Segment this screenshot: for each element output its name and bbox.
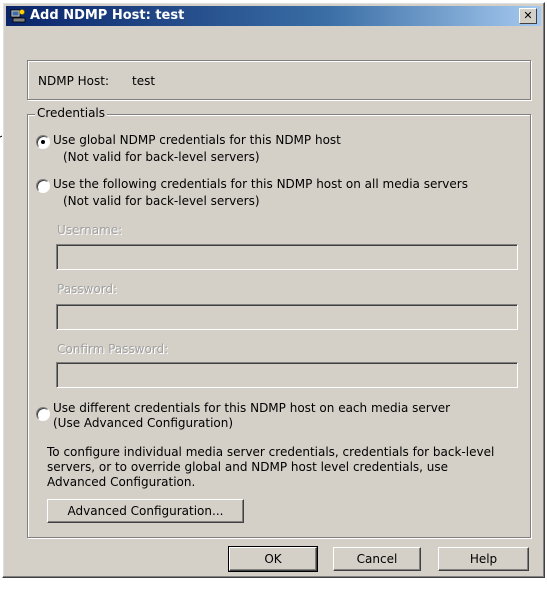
username-field[interactable] [56,244,518,270]
option-following-line1: Use the following credentials for this N… [53,177,468,191]
credentials-legend: Credentials [35,106,108,120]
host-info-box: NDMP Host: test [27,60,531,100]
username-label: Username: [57,223,123,237]
confirm-password-label: Confirm Password: [57,342,169,356]
option-global-line2: (Not valid for back-level servers) [63,150,260,164]
option-different-line2: (Use Advanced Configuration) [53,416,234,430]
radio-global-credentials[interactable] [36,135,50,149]
password-label: Password: [57,282,118,296]
advanced-note-line3: Advanced Configuration. [47,475,196,489]
host-value: test [132,74,156,88]
option-following-line2: (Not valid for back-level servers) [63,194,260,208]
advanced-configuration-button[interactable]: Advanced Configuration... [47,499,244,523]
advanced-note-line2: servers, or to override global and NDMP … [47,460,449,474]
password-field[interactable] [56,304,518,330]
title-bar[interactable]: Add NDMP Host: test ✕ [6,6,541,26]
option-different-line1: Use different credentials for this NDMP … [53,401,451,415]
option-global-line1: Use global NDMP credentials for this NDM… [53,133,341,147]
advanced-note-line1: To configure individual media server cre… [47,445,495,459]
radio-different-credentials[interactable] [36,407,50,421]
close-button[interactable]: ✕ [519,8,537,24]
confirm-password-field[interactable] [56,362,518,388]
cancel-button[interactable]: Cancel [333,547,421,571]
host-label: NDMP Host: [38,74,109,88]
close-icon: ✕ [523,9,533,22]
ndmp-host-icon [10,9,26,23]
ok-button[interactable]: OK [228,546,318,572]
window-title: Add NDMP Host: test [30,8,185,23]
radio-following-credentials[interactable] [36,179,50,193]
help-button[interactable]: Help [438,547,529,571]
